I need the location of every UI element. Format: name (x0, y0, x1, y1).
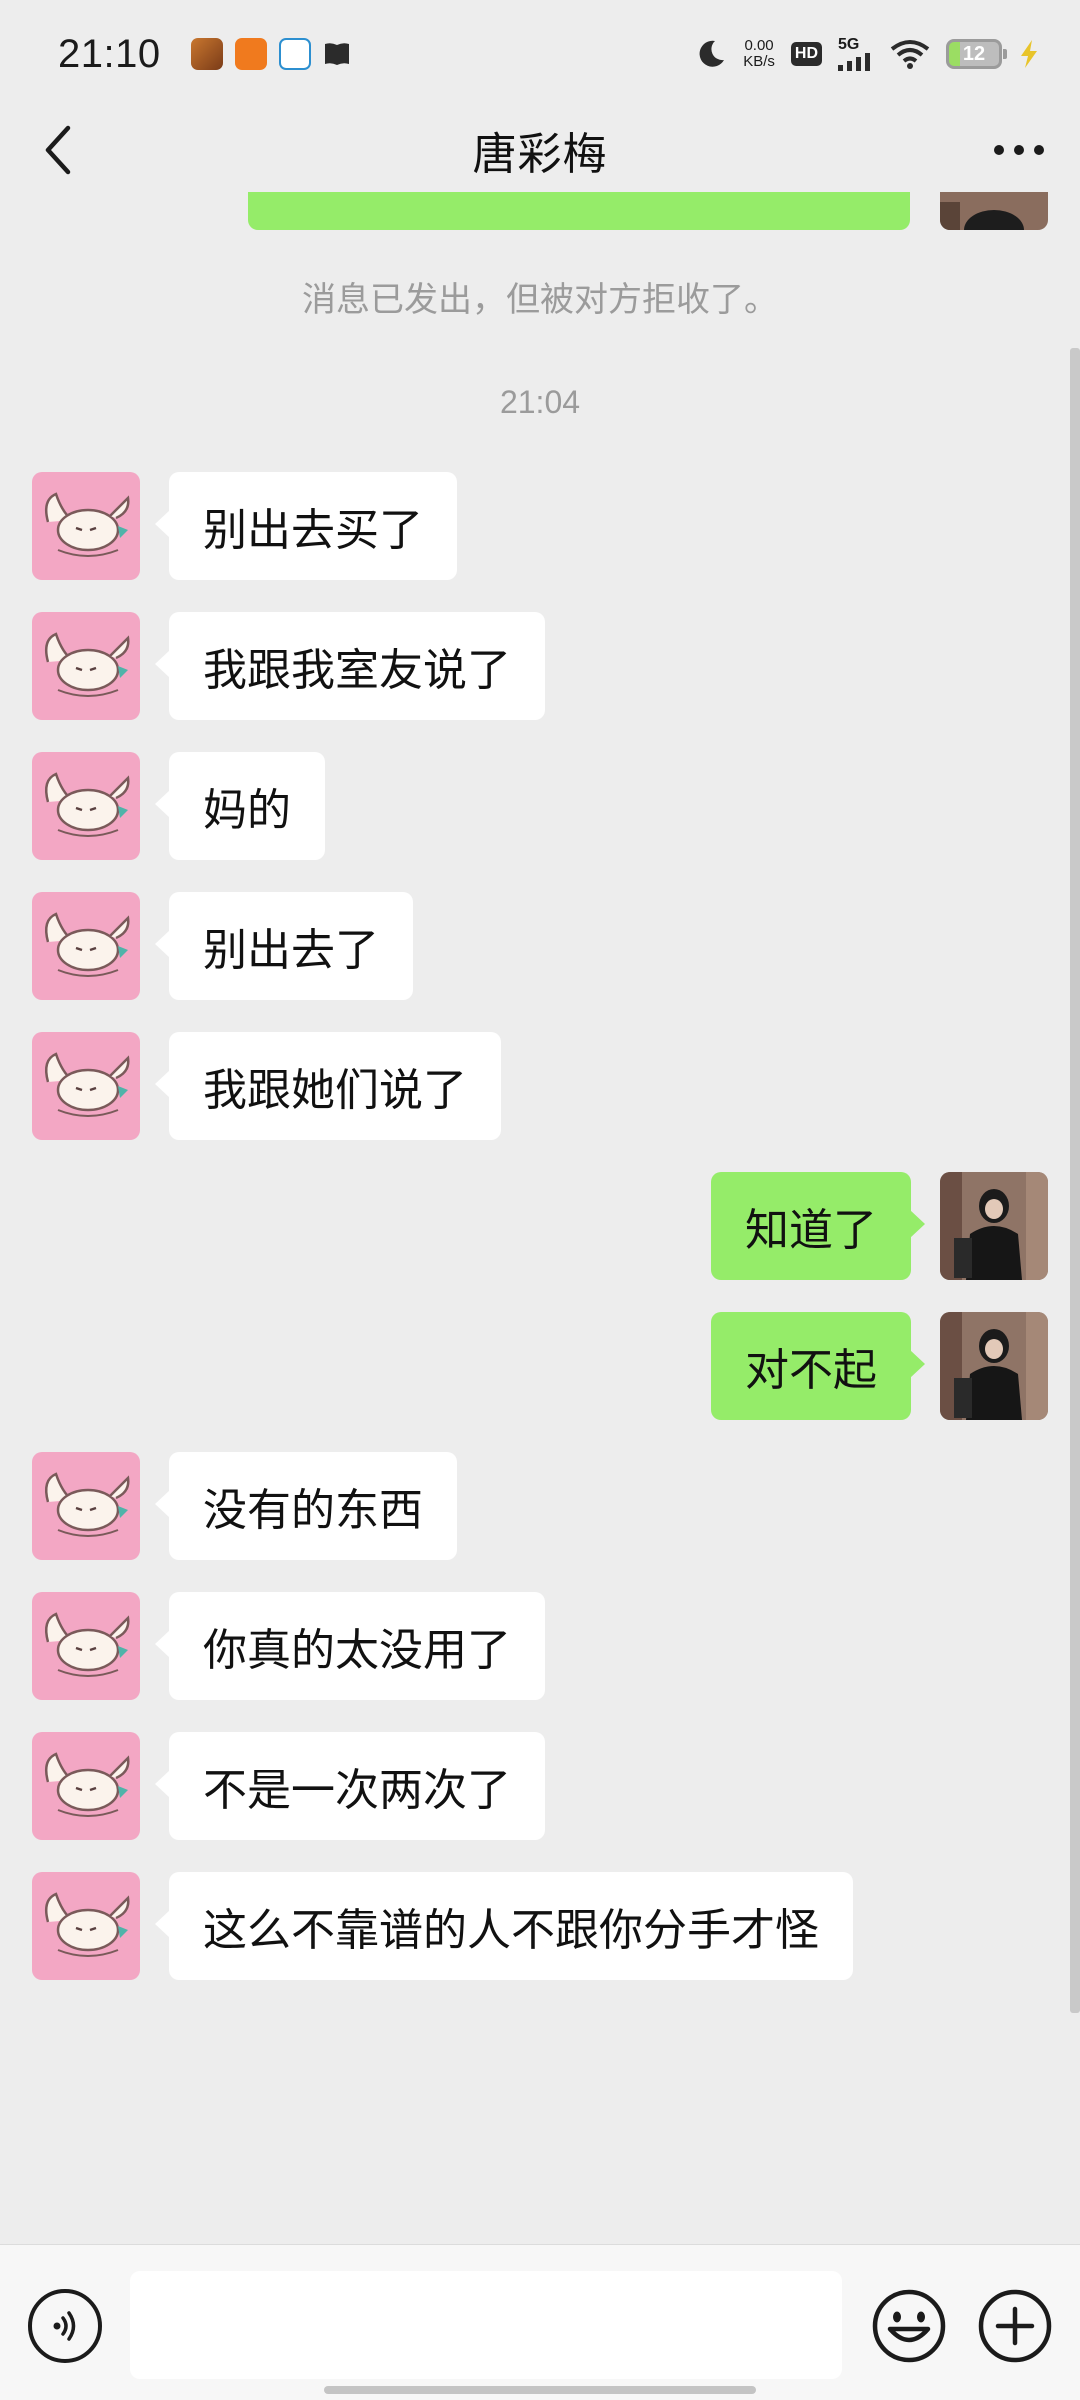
ellipsis-icon (994, 145, 1044, 155)
chat-title: 唐彩梅 (472, 129, 608, 180)
message-bubble[interactable]: 知道了 (711, 1172, 925, 1280)
received-message[interactable]: 妈的 (32, 752, 325, 860)
plus-icon (978, 2289, 1052, 2363)
message-bubble[interactable]: 不是一次两次了 (155, 1732, 545, 1840)
contact-avatar[interactable] (32, 612, 140, 720)
contact-avatar[interactable] (32, 892, 140, 1000)
more-button[interactable] (984, 122, 1054, 178)
game-app-icon (190, 38, 223, 70)
smiley-icon (872, 2289, 946, 2363)
contact-avatar[interactable] (32, 1732, 140, 1840)
received-message[interactable]: 别出去了 (32, 892, 413, 1000)
received-message[interactable]: 没有的东西 (32, 1452, 457, 1560)
message-bubble[interactable]: 我跟我室友说了 (155, 612, 545, 720)
hd-badge: HD (790, 42, 822, 66)
charging-icon (1021, 40, 1037, 68)
self-avatar[interactable] (940, 1172, 1048, 1280)
message-bubble[interactable]: 别出去了 (155, 892, 413, 1000)
contact-avatar[interactable] (32, 1032, 140, 1140)
signal-bars-icon (838, 53, 870, 71)
orange-app-icon (234, 38, 267, 70)
input-bar (0, 2244, 1080, 2400)
message-bubble[interactable]: 妈的 (155, 752, 325, 860)
emoji-button[interactable] (870, 2287, 948, 2365)
message-bubble[interactable]: 我跟她们说了 (155, 1032, 501, 1140)
moon-icon (699, 40, 725, 67)
contact-avatar[interactable] (32, 1452, 140, 1560)
contact-avatar[interactable] (32, 752, 140, 860)
net-speed-unit: KB/s (743, 53, 775, 70)
previous-sent-bubble (248, 192, 910, 230)
home-indicator[interactable] (324, 2386, 756, 2394)
wifi-icon (890, 40, 930, 69)
battery-indicator: 12 (946, 39, 1007, 69)
message-bubble[interactable]: 没有的东西 (155, 1452, 457, 1560)
system-notice: 消息已发出，但被对方拒收了。 (302, 280, 778, 320)
voice-button[interactable] (28, 2289, 102, 2363)
chevron-left-icon (45, 125, 71, 175)
message-input[interactable] (130, 2271, 842, 2379)
contact-avatar[interactable] (32, 1592, 140, 1700)
message-bubble[interactable]: 对不起 (711, 1312, 925, 1420)
notification-icons (190, 38, 351, 70)
received-message[interactable]: 这么不靠谱的人不跟你分手才怪 (32, 1872, 853, 1980)
voice-icon (53, 2311, 76, 2341)
net-speed-value: 0.00 (744, 37, 774, 54)
message-bubble[interactable]: 别出去买了 (155, 472, 457, 580)
book-icon (324, 43, 349, 65)
self-avatar-partial (940, 192, 1048, 230)
scrollbar[interactable] (1070, 348, 1080, 2013)
message-bubble[interactable]: 这么不靠谱的人不跟你分手才怪 (155, 1872, 853, 1980)
contact-avatar[interactable] (32, 1872, 140, 1980)
battery-level: 12 (962, 42, 986, 65)
received-message[interactable]: 别出去买了 (32, 472, 457, 580)
plus-button[interactable] (976, 2287, 1054, 2365)
received-message[interactable]: 我跟我室友说了 (32, 612, 545, 720)
signal-indicator: 5G (838, 37, 874, 71)
navigation-bar: 唐彩梅 (0, 108, 1080, 192)
sent-message[interactable]: 对不起 (711, 1312, 1048, 1420)
status-time: 21:10 (58, 31, 161, 76)
network-type: 5G (838, 36, 860, 53)
received-message[interactable]: 你真的太没用了 (32, 1592, 545, 1700)
tencent-app-icon (278, 38, 311, 70)
received-message[interactable]: 不是一次两次了 (32, 1732, 545, 1840)
contact-avatar[interactable] (32, 472, 140, 580)
self-avatar[interactable] (940, 1312, 1048, 1420)
status-bar: 21:10 0.00 KB/s HD 5G 12 (0, 0, 1080, 108)
message-bubble[interactable]: 你真的太没用了 (155, 1592, 545, 1700)
message-list[interactable]: 消息已发出，但被对方拒收了。 21:04 别出去买了我跟我室友说了 妈的别出去了我… (0, 192, 1080, 2244)
sent-message[interactable]: 知道了 (711, 1172, 1048, 1280)
net-speed: 0.00 KB/s (743, 38, 775, 70)
status-right: 0.00 KB/s HD 5G 12 (695, 37, 1040, 71)
received-message[interactable]: 我跟她们说了 (32, 1032, 501, 1140)
message-timestamp: 21:04 (499, 384, 581, 420)
back-button[interactable] (30, 122, 86, 178)
